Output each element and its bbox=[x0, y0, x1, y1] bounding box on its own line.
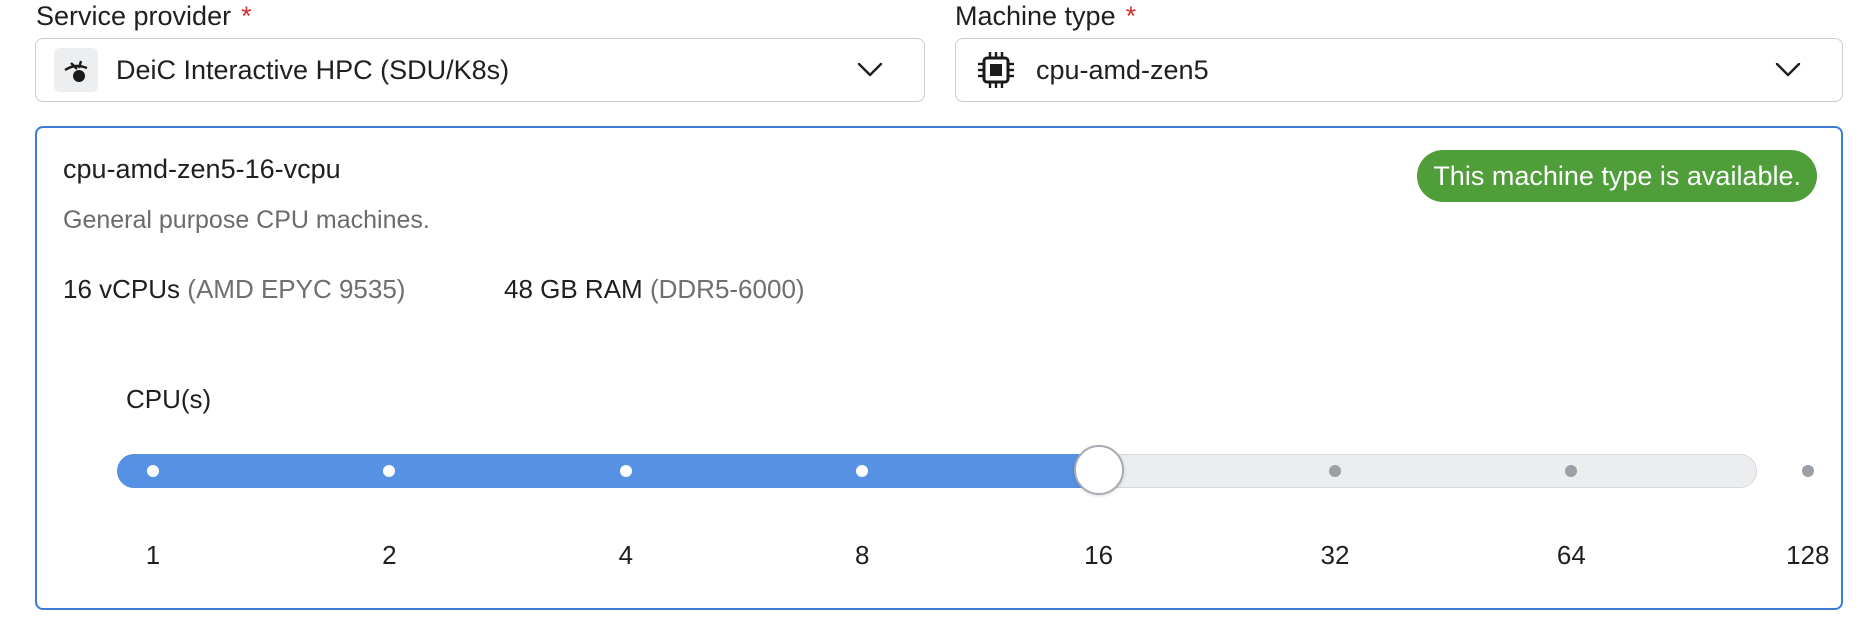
ram-spec: 48 GB RAM (DDR5-6000) bbox=[504, 274, 805, 305]
cpu-spec-detail: (AMD EPYC 9535) bbox=[187, 274, 406, 304]
machine-type-value: cpu-amd-zen5 bbox=[1036, 54, 1209, 85]
slider-fill bbox=[117, 454, 1099, 488]
service-provider-label: Service provider * bbox=[36, 0, 252, 33]
slider-tick-label: 1 bbox=[145, 540, 161, 570]
machine-card[interactable]: cpu-amd-zen5-16-vcpu General purpose CPU… bbox=[35, 126, 1843, 610]
availability-badge: This machine type is available. bbox=[1417, 150, 1817, 202]
machine-description: General purpose CPU machines. bbox=[63, 206, 430, 234]
slider-tick-label: 128 bbox=[1786, 540, 1830, 570]
chevron-down-icon[interactable] bbox=[1774, 56, 1802, 84]
slider-tick-label: 32 bbox=[1320, 540, 1350, 570]
provider-logo-icon bbox=[54, 48, 98, 92]
machine-type-label-text: Machine type bbox=[955, 1, 1116, 31]
chevron-down-icon[interactable] bbox=[856, 56, 884, 84]
slider-tick-label: 4 bbox=[618, 540, 634, 570]
ram-spec-detail: (DDR5-6000) bbox=[649, 274, 805, 304]
service-provider-value: DeiC Interactive HPC (SDU/K8s) bbox=[116, 54, 510, 85]
service-provider-select[interactable]: DeiC Interactive HPC (SDU/K8s) bbox=[35, 38, 925, 102]
slider-stop[interactable] bbox=[1801, 465, 1814, 477]
cpu-slider-label: CPU(s) bbox=[126, 384, 212, 414]
slider-stop[interactable] bbox=[1329, 465, 1341, 477]
service-provider-label-text: Service provider bbox=[36, 1, 232, 31]
cpu-spec-value: 16 vCPUs bbox=[63, 274, 181, 304]
slider-stop[interactable] bbox=[619, 465, 632, 477]
required-marker: * bbox=[1125, 1, 1137, 31]
slider-tick-label: 16 bbox=[1084, 540, 1114, 570]
cpu-spec: 16 vCPUs (AMD EPYC 9535) bbox=[63, 274, 405, 305]
machine-type-label: Machine type * bbox=[955, 0, 1136, 33]
slider-tick-label: 8 bbox=[854, 540, 870, 570]
slider-tick-label: 64 bbox=[1556, 540, 1586, 570]
machine-name: cpu-amd-zen5-16-vcpu bbox=[63, 154, 341, 184]
slider-thumb[interactable] bbox=[1073, 445, 1124, 495]
ram-spec-value: 48 GB RAM bbox=[504, 274, 643, 304]
slider-stop[interactable] bbox=[147, 465, 159, 477]
machine-type-select[interactable]: cpu-amd-zen5 bbox=[955, 38, 1843, 102]
slider-tick-label: 2 bbox=[382, 540, 397, 570]
required-marker: * bbox=[241, 1, 252, 31]
cpu-chip-icon bbox=[974, 48, 1018, 92]
